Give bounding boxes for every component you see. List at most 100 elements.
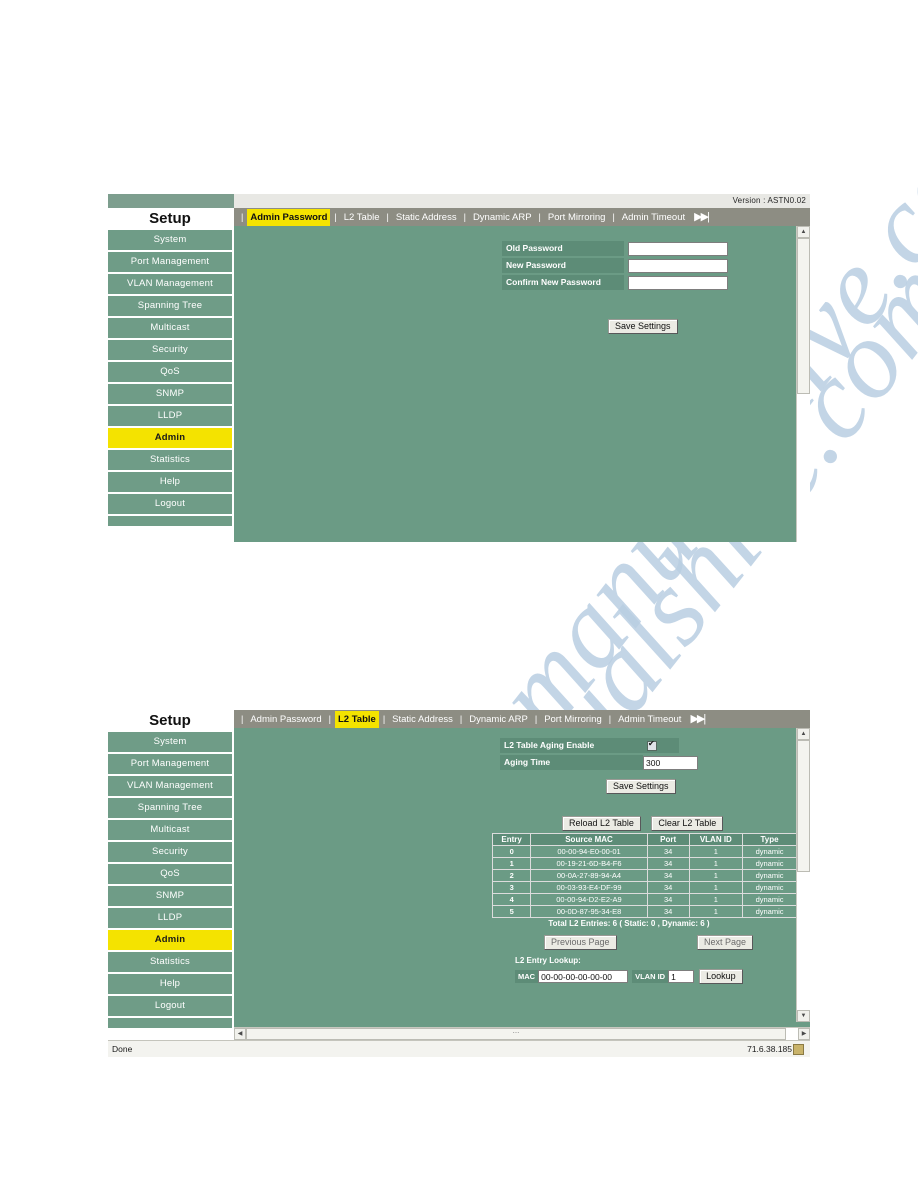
- tab-l2-table[interactable]: L2 Table: [334, 711, 379, 729]
- lookup-vlan-label: VLAN ID: [632, 970, 669, 983]
- lookup-button[interactable]: Lookup: [699, 969, 743, 984]
- confirm-password-input[interactable]: [628, 275, 728, 290]
- tab-dynamic-arp[interactable]: Dynamic ARP: [466, 711, 531, 729]
- next-page-button[interactable]: Next Page: [697, 935, 754, 950]
- vertical-scroll-thumb-panel2[interactable]: [797, 740, 810, 872]
- sidebar-item-label: SNMP: [155, 388, 185, 399]
- tab-admin-password[interactable]: Admin Password: [247, 711, 324, 729]
- lookup-mac-input[interactable]: [538, 970, 629, 983]
- sidebar-item-label: Statistics: [149, 956, 190, 967]
- sidebar-item-label: Logout: [154, 498, 186, 509]
- sidebar-item-multicast[interactable]: Multicast: [108, 318, 232, 340]
- horizontal-scroll-thumb[interactable]: ‧‧‧: [246, 1028, 786, 1040]
- sidebar-item-statistics[interactable]: Statistics: [108, 952, 232, 974]
- sidebar-item-label: Spanning Tree: [137, 300, 203, 311]
- tab-separator: |: [328, 714, 331, 724]
- scroll-right-arrow[interactable]: ▶: [798, 1028, 810, 1040]
- content-area-panel2: | Admin Password | L2 Table | Static Address |…: [234, 710, 810, 1040]
- lookup-vlan-input[interactable]: [668, 970, 695, 983]
- table-header-cell: Source MAC: [530, 833, 648, 846]
- table-cell: dynamic: [742, 845, 797, 858]
- fast-forward-icon[interactable]: ▶▶|: [684, 710, 706, 728]
- scroll-left-arrow[interactable]: ◀: [234, 1028, 246, 1040]
- tab-admin-timeout[interactable]: Admin Timeout: [615, 711, 684, 729]
- tab-admin-password[interactable]: Admin Password: [247, 209, 331, 227]
- sidebar-item-lldp[interactable]: LLDP: [108, 908, 232, 930]
- tab-separator: |: [459, 714, 463, 724]
- sidebar-item-help[interactable]: Help: [108, 974, 232, 996]
- tab-separator: |: [386, 212, 389, 222]
- table-row: 0 00-00-94-E0-00-01 34 1 dynamic: [491, 845, 797, 858]
- tab-admin-timeout[interactable]: Admin Timeout: [619, 209, 688, 227]
- table-cell: 34: [646, 845, 690, 858]
- tab-dynamic-arp[interactable]: Dynamic ARP: [470, 209, 535, 227]
- sidebar-item-system[interactable]: System: [108, 732, 232, 754]
- scroll-up-arrow-panel1[interactable]: ▲: [797, 226, 810, 238]
- table-cell: dynamic: [742, 905, 797, 918]
- l2-lookup-title: L2 Entry Lookup:: [515, 956, 581, 965]
- tab-l2-table[interactable]: L2 Table: [341, 209, 383, 227]
- save-settings-button-panel2[interactable]: Save Settings: [606, 779, 676, 794]
- sidebar-item-spanning-tree[interactable]: Spanning Tree: [108, 798, 232, 820]
- sidebar-item-label: Help: [159, 978, 181, 989]
- sidebar-item-vlan-management[interactable]: VLAN Management: [108, 274, 232, 296]
- table-cell: dynamic: [742, 893, 797, 906]
- sidebar-item-qos[interactable]: QoS: [108, 864, 232, 886]
- table-cell: 34: [646, 905, 690, 918]
- field-row-aging-time: Aging Time: [500, 755, 698, 770]
- l2-lookup-row: MAC VLAN ID Lookup: [515, 969, 743, 984]
- field-row-old-password: Old Password: [502, 241, 728, 256]
- sidebar-item-help[interactable]: Help: [108, 472, 232, 494]
- sidebar-item-label: Spanning Tree: [137, 802, 203, 813]
- lock-icon: [793, 1044, 804, 1055]
- table-cell: dynamic: [742, 857, 797, 870]
- scroll-up-arrow-panel2[interactable]: ▲: [797, 728, 810, 740]
- tab-port-mirroring[interactable]: Port Mirroring: [545, 209, 609, 227]
- sidebar-item-admin[interactable]: Admin: [108, 428, 232, 450]
- sidebar-item-lldp[interactable]: LLDP: [108, 406, 232, 428]
- table-cell: 34: [646, 881, 690, 894]
- table-cell: 1: [688, 893, 744, 906]
- new-password-input[interactable]: [628, 258, 728, 273]
- aging-settings-form: L2 Table Aging Enable Aging Time: [500, 738, 698, 772]
- vertical-scroll-thumb-panel1[interactable]: [797, 238, 810, 394]
- sidebar-item-logout[interactable]: Logout: [108, 996, 232, 1018]
- sidebar-item-qos[interactable]: QoS: [108, 362, 232, 384]
- sidebar-item-multicast[interactable]: Multicast: [108, 820, 232, 842]
- vertical-scrollbar-panel2[interactable]: ▲ ▼: [796, 728, 810, 1022]
- reload-l2-table-button[interactable]: Reload L2 Table: [562, 816, 641, 831]
- aging-time-input[interactable]: [643, 755, 698, 770]
- tab-static-address[interactable]: Static Address: [393, 209, 460, 227]
- sidebar-title-panel2: Setup: [108, 710, 232, 732]
- sidebar-item-snmp[interactable]: SNMP: [108, 886, 232, 908]
- sidebar-item-statistics[interactable]: Statistics: [108, 450, 232, 472]
- vertical-scrollbar-panel1[interactable]: ▲: [796, 226, 810, 542]
- aging-enable-checkbox[interactable]: [647, 739, 657, 751]
- l2-totals-text: Total L2 Entries: 6 ( Static: 0 , Dynami…: [548, 919, 710, 928]
- sidebar-item-label: Help: [159, 476, 181, 487]
- save-settings-button-panel1[interactable]: Save Settings: [608, 319, 678, 334]
- sidebar-item-port-management[interactable]: Port Management: [108, 252, 232, 274]
- tab-port-mirroring[interactable]: Port Mirroring: [541, 711, 605, 729]
- sidebar-item-spanning-tree[interactable]: Spanning Tree: [108, 296, 232, 318]
- clear-l2-table-button[interactable]: Clear L2 Table: [651, 816, 724, 831]
- aging-enable-checkbox-cell[interactable]: [643, 738, 679, 753]
- previous-page-button[interactable]: Previous Page: [544, 935, 617, 950]
- sidebar-item-security[interactable]: Security: [108, 842, 232, 864]
- table-cell: 34: [646, 869, 690, 882]
- sidebar-item-vlan-management[interactable]: VLAN Management: [108, 776, 232, 798]
- table-row: 4 00-00-94-D2-E2-A9 34 1 dynamic: [491, 893, 797, 906]
- fast-forward-icon[interactable]: ▶▶|: [688, 208, 710, 226]
- sidebar-item-admin[interactable]: Admin: [108, 930, 232, 952]
- table-cell: 5: [491, 905, 532, 918]
- sidebar-item-security[interactable]: Security: [108, 340, 232, 362]
- sidebar-item-system[interactable]: System: [108, 230, 232, 252]
- tab-static-address[interactable]: Static Address: [389, 711, 456, 729]
- sidebar-item-snmp[interactable]: SNMP: [108, 384, 232, 406]
- table-header-cell: Entry: [491, 833, 532, 846]
- scroll-down-arrow-panel2[interactable]: ▼: [797, 1010, 810, 1022]
- old-password-input[interactable]: [628, 241, 728, 256]
- sidebar-item-logout[interactable]: Logout: [108, 494, 232, 516]
- horizontal-scrollbar-panel2[interactable]: ◀ ‧‧‧ ▶: [234, 1027, 810, 1040]
- sidebar-item-port-management[interactable]: Port Management: [108, 754, 232, 776]
